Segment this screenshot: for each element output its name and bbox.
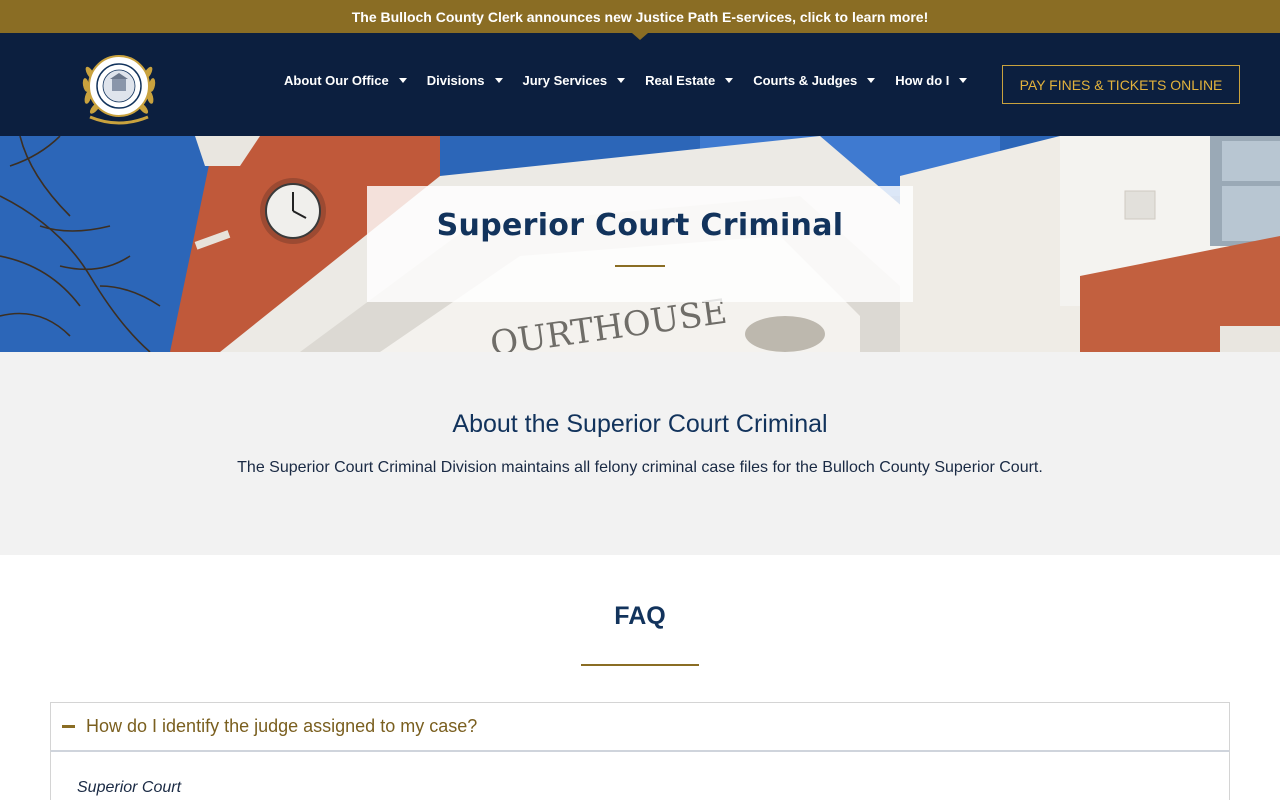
hero-title-box: Superior Court Criminal	[367, 186, 913, 302]
main-nav: About Our Office Divisions Jury Services…	[284, 73, 987, 88]
faq-answer-text: Superior Court	[77, 779, 182, 796]
faq-answer-panel: Superior Court	[50, 752, 1230, 800]
caret-down-icon	[617, 78, 626, 83]
caret-down-icon	[398, 78, 407, 83]
announcement-notch	[632, 33, 648, 40]
collapse-minus-icon	[62, 725, 75, 728]
county-seal-logo[interactable]	[76, 43, 162, 129]
nav-item-jury-services[interactable]: Jury Services	[523, 73, 626, 88]
hero-banner: OURTHOUSE Superior Court Criminal	[0, 136, 1280, 352]
nav-item-courts-judges[interactable]: Courts & Judges	[753, 73, 876, 88]
caret-down-icon	[725, 78, 734, 83]
about-description: The Superior Court Criminal Division mai…	[237, 459, 1043, 476]
nav-item-label: How do I	[895, 73, 950, 88]
nav-item-real-estate[interactable]: Real Estate	[645, 73, 734, 88]
nav-item-divisions[interactable]: Divisions	[427, 73, 503, 88]
faq-accordion-item[interactable]: How do I identify the judge assigned to …	[50, 702, 1230, 752]
caret-down-icon	[959, 78, 968, 83]
nav-item-label: Courts & Judges	[753, 73, 858, 88]
nav-item-how-do-i[interactable]: How do I	[895, 73, 968, 88]
nav-item-label: Divisions	[426, 73, 485, 88]
about-section: About the Superior Court Criminal The Su…	[0, 352, 1280, 555]
faq-question: How do I identify the judge assigned to …	[86, 716, 478, 736]
caret-down-icon	[867, 78, 876, 83]
announcement-link[interactable]: The Bulloch County Clerk announces new J…	[352, 9, 929, 25]
announcement-bar: The Bulloch County Clerk announces new J…	[0, 0, 1280, 33]
site-header: About Our Office Divisions Jury Services…	[0, 33, 1280, 136]
nav-item-about-our-office[interactable]: About Our Office	[284, 73, 407, 88]
nav-item-label: Real Estate	[645, 73, 716, 88]
faq-heading: FAQ	[614, 602, 666, 630]
faq-divider	[581, 664, 699, 666]
title-divider	[615, 265, 665, 267]
nav-item-label: Jury Services	[522, 73, 608, 88]
pay-fines-button[interactable]: PAY FINES & TICKETS ONLINE	[1002, 65, 1240, 104]
page-title: Superior Court Criminal	[436, 208, 844, 243]
caret-down-icon	[494, 78, 503, 83]
nav-item-label: About Our Office	[284, 73, 389, 88]
about-heading: About the Superior Court Criminal	[452, 410, 828, 438]
